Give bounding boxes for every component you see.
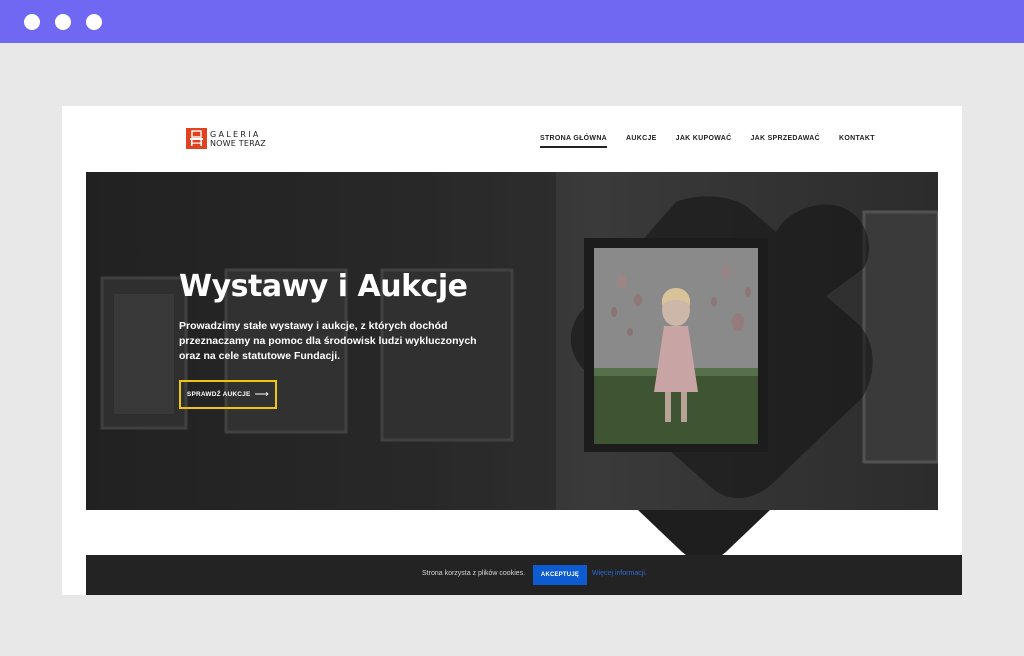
nav-item-how-to-sell[interactable]: JAK SPRZEDAWAĆ <box>750 135 820 142</box>
hero-title: Wystawy i Aukcje <box>179 269 468 304</box>
cookie-more-info-link[interactable]: Więcej informacji. <box>592 570 647 577</box>
nav-item-contact[interactable]: KONTAKT <box>839 135 875 142</box>
web-page: GALERIA NOWE TERAZ STRONA GŁÓWNA AUKCJE … <box>62 106 962 595</box>
nav-item-home[interactable]: STRONA GŁÓWNA <box>540 135 608 148</box>
nav-item-how-to-buy[interactable]: JAK KUPOWAĆ <box>676 135 732 142</box>
site-logo[interactable]: GALERIA NOWE TERAZ <box>186 128 266 149</box>
main-nav: STRONA GŁÓWNA AUKCJE JAK KUPOWAĆ JAK SPR… <box>540 135 894 148</box>
arrow-right-icon: ⟶ <box>254 389 270 400</box>
window-dot-icon <box>24 14 40 30</box>
cookie-consent-bar: Strona korzysta z plików cookies. AKCEPT… <box>86 555 962 595</box>
browser-title-bar <box>0 0 1024 43</box>
hero-banner: Wystawy i Aukcje Prowadzimy stałe wystaw… <box>86 172 938 510</box>
chair-logo-icon <box>186 128 207 149</box>
check-auctions-button[interactable]: SPRAWDŹ AUKCJE ⟶ <box>179 380 277 409</box>
check-auctions-label: SPRAWDŹ AUKCJE <box>186 391 251 398</box>
hero-description: Prowadzimy stałe wystawy i aukcje, z któ… <box>179 320 477 362</box>
accept-cookies-button[interactable]: AKCEPTUJĘ <box>533 565 587 585</box>
logo-line-1: GALERIA <box>210 129 261 139</box>
logo-line-2: NOWE TERAZ <box>210 138 266 148</box>
nav-item-auctions[interactable]: AUKCJE <box>626 135 657 142</box>
logo-text: GALERIA NOWE TERAZ <box>210 130 266 148</box>
window-dot-icon <box>86 14 102 30</box>
cookie-message: Strona korzysta z plików cookies. <box>422 570 526 577</box>
window-dot-icon <box>55 14 71 30</box>
